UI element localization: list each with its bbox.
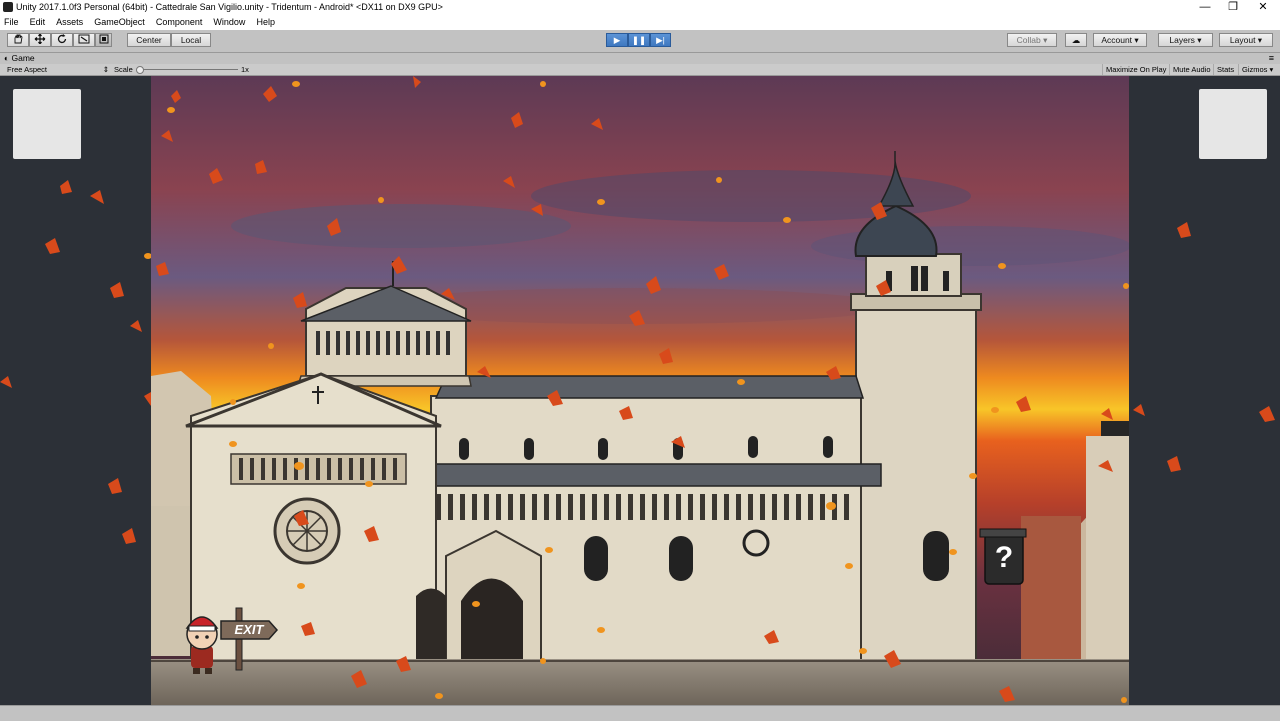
game-tab-icon: ◐ [4,53,10,63]
layout-dropdown[interactable]: Layout ▾ [1219,33,1273,47]
game-view[interactable]: EXIT ? [0,76,1280,705]
gizmos-dropdown[interactable]: Gizmos ▾ [1238,64,1276,75]
pivot-local-label: Local [180,35,202,45]
menu-assets[interactable]: Assets [52,15,87,30]
stats-toggle[interactable]: Stats [1213,64,1237,75]
unity-logo-icon [3,2,13,12]
title-bar: Unity 2017.1.0f3 Personal (64bit) - Catt… [0,0,1280,15]
panel-menu-icon[interactable]: ≡ [1269,53,1274,64]
menu-bar: File Edit Assets GameObject Component Wi… [0,15,1280,30]
hand-tool-button[interactable] [7,33,29,47]
scale-tool-button[interactable] [73,33,95,47]
rect-tool-button[interactable] [95,33,112,47]
exit-sign[interactable]: EXIT [221,621,277,639]
left-margin-leaves [0,180,151,544]
game-scene[interactable]: EXIT ? [151,76,1129,705]
rotate-tool-button[interactable] [51,33,73,47]
menu-gameobject[interactable]: GameObject [90,15,149,30]
menu-edit[interactable]: Edit [26,15,50,30]
game-panel-header: ◐ Game ≡ [0,53,1280,64]
maximize-button[interactable]: ❐ [1218,0,1248,15]
collab-dropdown[interactable]: Collab ▾ [1007,33,1057,47]
pivot-center-button[interactable]: Center [127,33,171,47]
scale-value: 1x [241,65,249,74]
game-tab-label: Game [11,53,35,63]
account-dropdown[interactable]: Account ▾ [1093,33,1147,47]
step-button[interactable]: ▶| [650,33,671,47]
scale-icon [78,34,90,44]
menu-help[interactable]: Help [253,15,280,30]
pause-button[interactable]: ❚❚ [628,33,650,47]
pivot-local-button[interactable]: Local [171,33,211,47]
pivot-center-label: Center [136,35,162,45]
aspect-arrow-icon: ⇕ [102,65,109,74]
player-character [185,616,219,674]
layers-dropdown[interactable]: Layers ▾ [1158,33,1213,47]
minimize-button[interactable]: — [1190,0,1220,15]
aspect-dropdown[interactable]: Free Aspect ⇕ [7,64,109,75]
scale-slider-handle[interactable] [136,66,144,74]
window-title: Unity 2017.1.0f3 Personal (64bit) - Catt… [16,2,443,12]
move-tool-button[interactable] [29,33,51,47]
rect-icon [99,34,108,44]
cathedral-scene-illustration [151,76,1129,705]
game-options-bar: Free Aspect ⇕ Scale 1x Maximize On Play … [0,64,1280,76]
hand-icon [14,34,23,44]
menu-window[interactable]: Window [209,15,249,30]
main-toolbar: Center Local ▶ ❚❚ ▶| Collab ▾ ☁ Account … [0,30,1280,53]
right-margin-leaves [1133,222,1275,472]
tab-game[interactable]: ◐ Game [4,53,35,64]
maximize-on-play-toggle[interactable]: Maximize On Play [1102,64,1169,75]
status-bar [0,705,1280,721]
scale-slider-track[interactable] [138,69,238,70]
menu-component[interactable]: Component [152,15,207,30]
cloud-button[interactable]: ☁ [1065,33,1087,47]
play-button[interactable]: ▶ [606,33,628,47]
move-icon [34,33,46,45]
close-button[interactable]: ✕ [1248,0,1278,15]
menu-file[interactable]: File [0,15,23,30]
rotate-icon [57,34,67,44]
mystery-box[interactable]: ? [985,536,1023,580]
mute-audio-toggle[interactable]: Mute Audio [1169,64,1214,75]
scale-label: Scale [114,65,133,74]
aspect-label: Free Aspect [7,65,48,74]
